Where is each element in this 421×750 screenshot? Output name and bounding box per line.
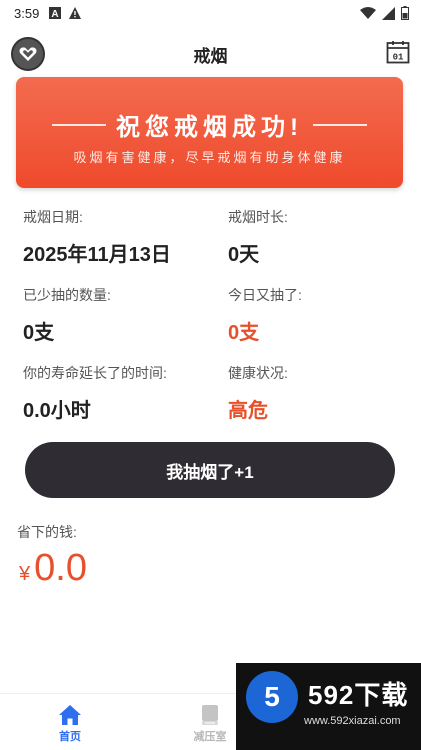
site-watermark: 5 592下载 www.592xiazai.com [236, 663, 421, 750]
smoked-one-button[interactable]: 我抽烟了+1 [25, 442, 395, 498]
page-title: 戒烟 [193, 47, 228, 66]
banner-dash-left [52, 123, 106, 126]
banner-subtitle: 吸烟有害健康，尽早戒烟有助身体健康 [73, 150, 346, 165]
nav-relax-label: 减压室 [193, 731, 227, 743]
banner-headline-row: 祝您戒烟成功! [16, 107, 403, 142]
health-status-label: 健康状况: [228, 365, 288, 381]
today-smoked-label: 今日又抽了: [228, 287, 302, 303]
watermark-url: www.592xiazai.com [304, 715, 401, 727]
reduced-count-value: 0支 [23, 322, 55, 344]
money-saved-amount: 0.0 [34, 547, 87, 589]
nav-item-home[interactable]: 首页 [35, 704, 105, 744]
duration-value: 0天 [228, 244, 260, 266]
banner-dash-right [313, 123, 367, 126]
money-saved-row: ¥ 0.0 [19, 547, 87, 590]
status-time: 3:59 [14, 5, 40, 21]
watermark-brand: 592下载 [308, 680, 409, 710]
calendar-icon[interactable]: 01 [386, 40, 410, 64]
status-indicators [360, 6, 409, 20]
currency-symbol: ¥ [19, 563, 31, 585]
nav-item-relax-room[interactable]: 减压室 [175, 704, 245, 744]
motivation-banner: 祝您戒烟成功! 吸烟有害健康，尽早戒烟有助身体健康 [16, 77, 403, 188]
quit-date-label: 戒烟日期: [23, 209, 83, 225]
signal-icon [382, 6, 395, 20]
calendar-day: 01 [393, 53, 404, 63]
wifi-icon [360, 6, 376, 19]
watermark-logo: 5 [246, 671, 298, 723]
warning-icon [69, 7, 82, 19]
battery-icon [401, 6, 409, 20]
svg-text:A: A [52, 9, 59, 19]
notification-a-icon: A [49, 7, 62, 19]
reduced-count-label: 已少抽的数量: [23, 287, 111, 303]
duration-label: 戒烟时长: [228, 209, 288, 225]
life-extended-label: 你的寿命延长了的时间: [23, 365, 167, 381]
today-smoked-value: 0支 [228, 322, 260, 344]
life-extended-value: 0.0小时 [23, 400, 91, 422]
banner-headline: 祝您戒烟成功! [116, 114, 303, 141]
book-icon [202, 705, 218, 725]
app-header: 戒烟 01 [0, 30, 421, 76]
nav-home-label: 首页 [59, 731, 81, 743]
status-bar: 3:59 A [0, 0, 421, 26]
health-status-value: 高危 [228, 400, 268, 422]
money-saved-label: 省下的钱: [17, 524, 77, 540]
quit-date-value: 2025年11月13日 [23, 244, 171, 266]
home-icon [59, 705, 81, 725]
